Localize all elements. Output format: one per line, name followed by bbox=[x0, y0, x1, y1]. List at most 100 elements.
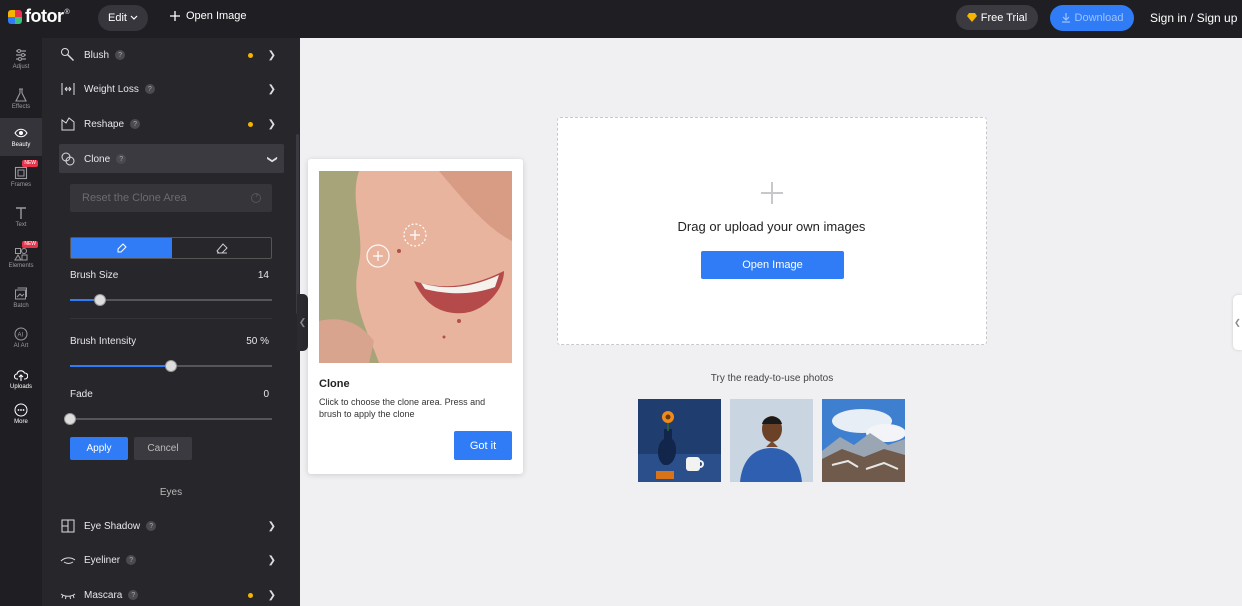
rail-item-ai-art[interactable]: AI AI Art bbox=[0, 319, 42, 357]
section-header-eyes: Eyes bbox=[159, 487, 183, 498]
reset-clone-area-button[interactable]: Reset the Clone Area bbox=[70, 184, 272, 212]
chevron-down-icon bbox=[130, 15, 138, 20]
plus-icon bbox=[761, 182, 783, 204]
fade-slider[interactable] bbox=[64, 413, 272, 425]
frame-icon bbox=[14, 166, 28, 180]
rail-item-effects[interactable]: Effects bbox=[0, 80, 42, 118]
slider-knob[interactable] bbox=[64, 413, 76, 425]
cloud-upload-icon bbox=[14, 368, 28, 382]
reset-label: Reset the Clone Area bbox=[82, 192, 187, 204]
download-button[interactable]: Download bbox=[1050, 5, 1134, 31]
cancel-button[interactable]: Cancel bbox=[134, 437, 192, 460]
slider-knob[interactable] bbox=[94, 294, 107, 306]
blush-brush-icon bbox=[60, 47, 76, 63]
sample-photo-still-life[interactable] bbox=[638, 399, 721, 482]
tool-row-clone[interactable]: Clone ? ❯ bbox=[60, 144, 284, 174]
help-icon[interactable]: ? bbox=[115, 50, 126, 60]
weight-loss-icon bbox=[60, 81, 76, 97]
help-icon[interactable]: ? bbox=[128, 590, 139, 600]
new-feature-dot bbox=[248, 121, 253, 127]
rail-label: Uploads bbox=[9, 384, 32, 390]
help-icon[interactable]: ? bbox=[116, 154, 127, 164]
rail-item-frames[interactable]: NEW Frames bbox=[0, 158, 42, 196]
tool-row-eye-shadow[interactable]: Eye Shadow ? ❯ bbox=[60, 511, 284, 541]
clone-tutorial-popup: Clone Click to choose the clone area. Pr… bbox=[308, 159, 523, 474]
sign-in-link[interactable]: Sign in / Sign up bbox=[1150, 11, 1237, 25]
rail-label: Elements bbox=[8, 263, 34, 269]
brush-eraser-toggle bbox=[70, 237, 272, 259]
brush-size-slider[interactable] bbox=[70, 294, 272, 306]
brush-intensity-label: Brush Intensity bbox=[70, 336, 137, 347]
logo-text: fotor bbox=[25, 6, 64, 26]
slider-knob[interactable] bbox=[165, 360, 177, 372]
rail-item-more[interactable]: More bbox=[0, 395, 42, 433]
upload-drop-zone[interactable]: Drag or upload your own images Open Imag… bbox=[557, 117, 987, 345]
collapse-panel-button[interactable]: ❮ bbox=[297, 294, 308, 351]
eye-icon bbox=[14, 126, 28, 140]
rail-label: Effects bbox=[11, 104, 31, 110]
chevron-right-icon: ❯ bbox=[267, 554, 276, 566]
reset-icon bbox=[251, 193, 261, 203]
panel-scrollbar[interactable] bbox=[296, 134, 299, 314]
free-trial-button[interactable]: Free Trial bbox=[956, 5, 1038, 30]
rail-item-elements[interactable]: NEW Elements bbox=[0, 239, 42, 277]
apply-button[interactable]: Apply bbox=[70, 437, 128, 460]
tool-row-eyeliner[interactable]: Eyeliner ? ❯ bbox=[60, 545, 284, 575]
rail-item-text[interactable]: Text bbox=[0, 198, 42, 236]
tool-label: Reshape bbox=[84, 118, 125, 130]
edit-dropdown-button[interactable]: Edit bbox=[98, 5, 148, 31]
rail-item-adjust[interactable]: Adjust bbox=[0, 40, 42, 78]
help-icon[interactable]: ? bbox=[144, 84, 155, 94]
eye-shadow-icon bbox=[60, 518, 76, 534]
logo-registered-mark: ® bbox=[64, 9, 70, 16]
rail-item-uploads[interactable]: Uploads bbox=[0, 360, 42, 398]
chevron-right-icon: ❯ bbox=[267, 520, 276, 532]
fotor-logo[interactable]: fotor ® bbox=[8, 6, 70, 27]
slider-fill bbox=[70, 365, 171, 367]
chevron-right-icon: ❯ bbox=[267, 49, 276, 61]
rail-item-beauty[interactable]: Beauty bbox=[0, 118, 42, 156]
brush-mode-button[interactable] bbox=[71, 238, 172, 258]
help-icon[interactable]: ? bbox=[146, 521, 157, 531]
rail-item-batch[interactable]: Batch bbox=[0, 279, 42, 317]
tool-row-reshape[interactable]: Reshape ? ❯ bbox=[60, 109, 284, 139]
chevron-left-icon: ❮ bbox=[1234, 318, 1241, 327]
new-badge: NEW bbox=[22, 241, 38, 248]
portrait-image bbox=[730, 399, 813, 482]
new-feature-dot bbox=[248, 592, 253, 598]
tool-row-blush[interactable]: Blush ? ❯ bbox=[60, 40, 284, 70]
chevron-right-icon: ❯ bbox=[267, 589, 276, 601]
brush-intensity-slider[interactable] bbox=[70, 360, 272, 372]
help-icon[interactable]: ? bbox=[126, 555, 137, 565]
got-it-button[interactable]: Got it bbox=[454, 431, 512, 460]
open-image-button[interactable]: Open Image bbox=[701, 251, 844, 279]
diamond-icon bbox=[966, 13, 977, 22]
tooltip-title: Clone bbox=[319, 378, 350, 390]
clone-icon bbox=[60, 151, 76, 167]
ai-icon: AI bbox=[14, 327, 28, 341]
logo-mark-icon bbox=[8, 9, 22, 24]
elements-icon bbox=[14, 247, 28, 261]
rail-label: Batch bbox=[13, 303, 29, 309]
tool-label: Mascara bbox=[84, 589, 123, 601]
drop-zone-text: Drag or upload your own images bbox=[677, 219, 866, 234]
mascara-icon bbox=[60, 587, 76, 603]
right-panel-toggle[interactable]: ❮ bbox=[1233, 295, 1242, 350]
open-image-top-label: Open Image bbox=[186, 10, 247, 22]
still-life-image bbox=[638, 399, 721, 482]
sample-photo-mountains[interactable] bbox=[822, 399, 905, 482]
sample-photo-portrait[interactable] bbox=[730, 399, 813, 482]
sample-photos-caption: Try the ready-to-use photos bbox=[710, 373, 834, 384]
open-image-top-button[interactable]: Open Image bbox=[170, 10, 247, 22]
help-icon[interactable]: ? bbox=[130, 119, 141, 129]
tooltip-description: Click to choose the clone area. Press an… bbox=[319, 397, 486, 419]
rail-label: AI Art bbox=[13, 343, 29, 349]
tool-label: Blush bbox=[84, 49, 110, 61]
rail-label: Frames bbox=[10, 182, 32, 188]
eraser-mode-button[interactable] bbox=[172, 238, 271, 258]
tool-row-mascara[interactable]: Mascara ? ❯ bbox=[60, 580, 284, 606]
tool-row-weight-loss[interactable]: Weight Loss ? ❯ bbox=[60, 74, 284, 104]
brush-intensity-value: 50 % bbox=[246, 336, 269, 347]
beauty-tool-panel: Blush ? ❯ Weight Loss ? ❯ Reshape ? ❯ Cl… bbox=[42, 38, 300, 606]
top-bar: fotor ® Edit Open Image Free Trial Downl… bbox=[0, 0, 1242, 38]
